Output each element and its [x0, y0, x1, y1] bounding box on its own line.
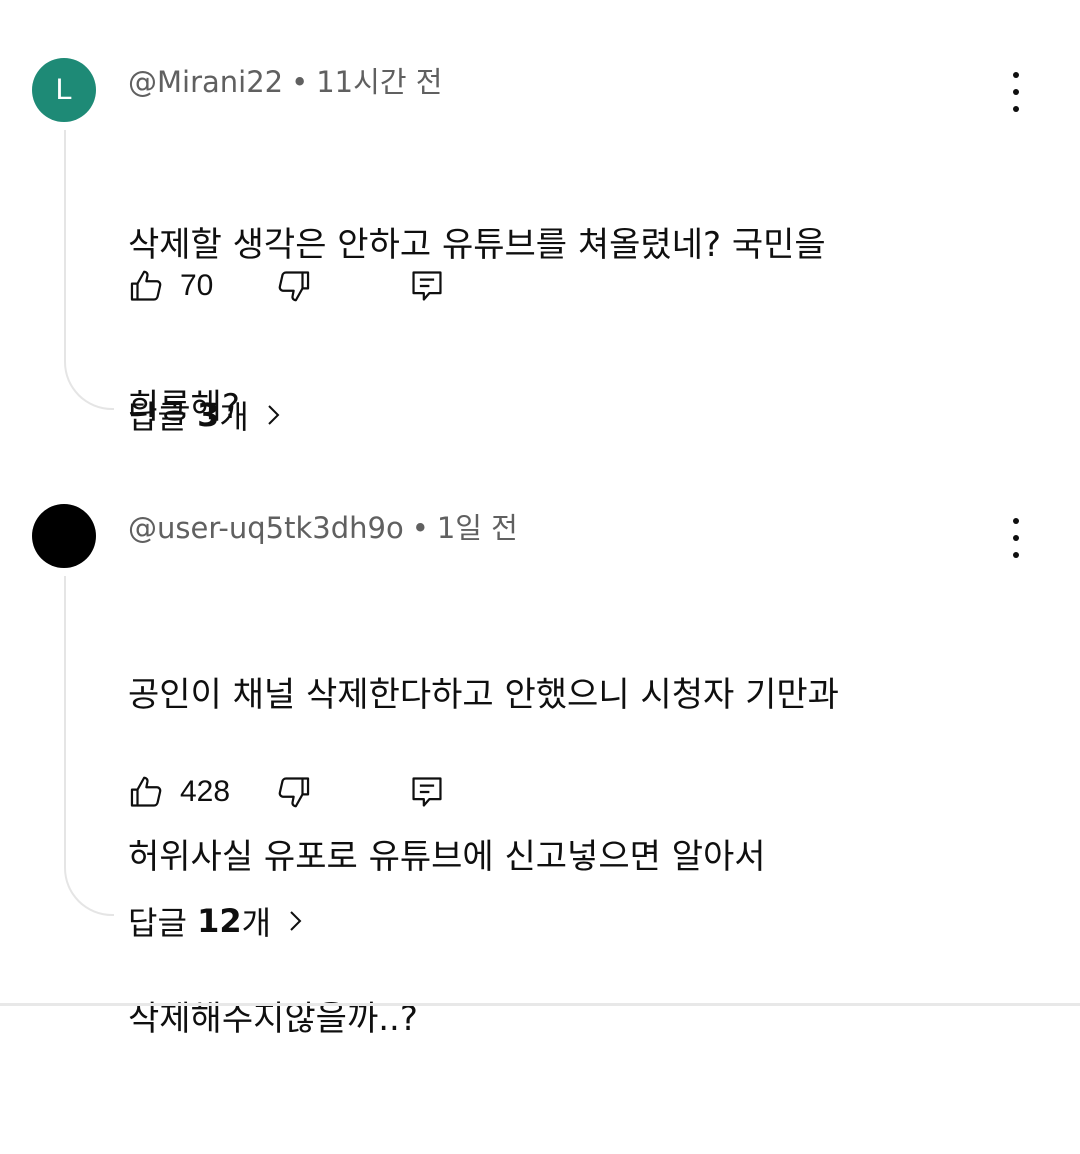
comment-line: 삭제할 생각은 안하고 유튜브를 쳐올렸네? 국민을 — [128, 225, 826, 265]
reply-button[interactable] — [408, 266, 446, 306]
like-count: 428 — [180, 775, 231, 808]
more-vert-icon — [1013, 72, 1019, 78]
reply-button[interactable] — [408, 772, 446, 812]
comment-line: 공인이 채널 삭제한다하고 안했으니 시청자 기만과 — [128, 675, 839, 715]
replies-prefix: 답글 — [128, 398, 198, 436]
thumbs-up-icon — [130, 270, 162, 301]
comment-author[interactable]: @Mirani22 — [128, 65, 283, 99]
replies-count: 12 — [197, 902, 242, 940]
replies-count: 3 — [197, 396, 220, 434]
replies-prefix: 답글 — [128, 904, 198, 942]
comment-meta: @user-uq5tk3dh9o • 1일 전 — [128, 514, 518, 543]
comment-line: 삭제해주지않을까..? — [128, 999, 418, 1039]
thumbs-down-icon — [278, 777, 310, 808]
comment-line: 허위사실 유포로 유튜브에 신고넣으면 알아서 — [128, 837, 766, 877]
like-button[interactable]: 428 — [128, 772, 230, 812]
replies-suffix: 개 — [219, 398, 249, 436]
meta-separator: • — [291, 65, 309, 99]
more-options-button[interactable] — [1001, 518, 1031, 558]
like-button[interactable]: 70 — [128, 266, 213, 306]
dislike-button[interactable] — [274, 266, 312, 306]
thumbs-up-icon — [130, 776, 162, 807]
view-replies-button[interactable]: 답글 12 개 — [128, 898, 303, 944]
view-replies-button[interactable]: 답글 3개 — [128, 392, 281, 438]
comment-reply-icon — [412, 271, 442, 301]
avatar[interactable]: L — [32, 58, 96, 122]
avatar[interactable] — [32, 504, 96, 568]
chevron-right-icon — [290, 911, 302, 931]
thumbs-down-icon — [278, 271, 310, 302]
comment-meta: @Mirani22 • 11시간 전 — [128, 68, 442, 97]
chevron-right-icon — [268, 405, 280, 425]
replies-suffix: 개 — [241, 904, 272, 942]
dislike-button[interactable] — [274, 772, 312, 812]
thread-connector — [64, 130, 114, 410]
comment-time[interactable]: 1일 전 — [437, 511, 518, 545]
thread-connector — [64, 576, 114, 916]
meta-separator: • — [411, 511, 429, 545]
avatar-letter: L — [55, 73, 73, 106]
comment-reply-icon — [412, 777, 442, 807]
comment-text: 공인이 채널 삭제한다하고 안했으니 시청자 기만과 허위사실 유포로 유튜브에… — [128, 560, 968, 1154]
comment-author[interactable]: @user-uq5tk3dh9o — [128, 511, 404, 545]
more-options-button[interactable] — [1001, 72, 1031, 112]
like-count: 70 — [180, 269, 214, 302]
more-vert-icon — [1013, 518, 1019, 524]
comment-text: 삭제할 생각은 안하고 유튜브를 쳐올렸네? 국민을 희롱해? — [128, 110, 968, 542]
comment-time[interactable]: 11시간 전 — [316, 65, 442, 99]
